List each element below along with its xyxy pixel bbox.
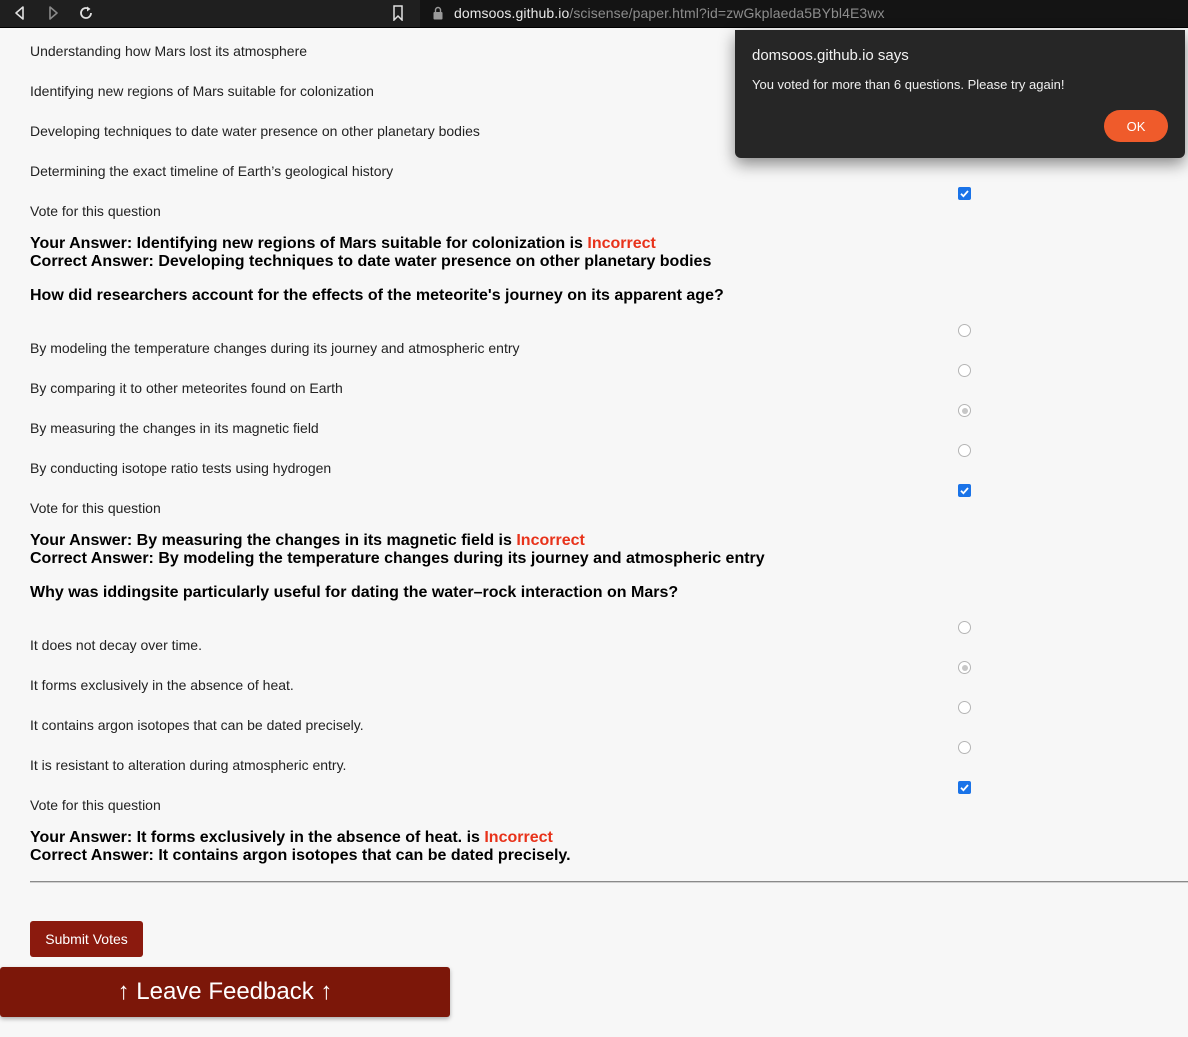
reload-icon[interactable] [78,5,94,21]
option-radio[interactable] [958,621,971,634]
option-radio-selected[interactable] [958,661,971,674]
option-label: Understanding how Mars lost its atmosphe… [30,43,308,59]
vote-label: Vote for this question [30,500,161,516]
option-radio[interactable] [958,324,971,337]
option-label: It is resistant to alteration during atm… [30,757,347,773]
url-path: /scisense/paper.html?id=zwGkplaeda5BYbl4… [569,5,885,21]
vote-checkbox[interactable] [958,187,971,200]
option-radio[interactable] [958,444,971,457]
bookmark-icon[interactable] [392,5,404,21]
leave-feedback-button[interactable]: ↑ Leave Feedback ↑ [0,967,450,1017]
option-radio[interactable] [958,364,971,377]
option-radio-selected[interactable] [958,404,971,417]
lock-icon [433,6,443,20]
result-badge: Incorrect [587,235,656,252]
correct-answer: Correct Answer: It contains argon isotop… [30,847,571,864]
vote-checkbox[interactable] [958,781,971,794]
back-icon[interactable] [12,5,28,21]
correct-answer: Correct Answer: Developing techniques to… [30,253,712,270]
option-radio[interactable] [958,701,971,714]
result-badge: Incorrect [516,532,585,549]
vote-label: Vote for this question [30,797,161,813]
correct-answer: Correct Answer: By modeling the temperat… [30,550,765,567]
option-radio[interactable] [958,741,971,754]
answer-feedback: Your Answer: By measuring the changes in… [30,532,765,568]
ok-button[interactable]: OK [1104,110,1168,142]
option-label: It forms exclusively in the absence of h… [30,677,294,693]
your-answer: Your Answer: It forms exclusively in the… [30,829,485,846]
option-label: Developing techniques to date water pres… [30,123,480,139]
vote-label: Vote for this question [30,203,161,219]
browser-toolbar: domsoos.github.io/scisense/paper.html?id… [0,0,1188,28]
divider [30,881,1188,883]
option-label: By comparing it to other meteorites foun… [30,380,343,396]
option-label: It does not decay over time. [30,637,202,653]
forward-icon[interactable] [45,5,61,21]
answer-feedback: Your Answer: Identifying new regions of … [30,235,711,271]
submit-votes-button[interactable]: Submit Votes [30,921,143,957]
option-label: By measuring the changes in its magnetic… [30,420,319,436]
dialog-title: domsoos.github.io says [752,47,909,64]
result-badge: Incorrect [484,829,553,846]
option-label: It contains argon isotopes that can be d… [30,717,364,733]
option-label: By conducting isotope ratio tests using … [30,460,332,476]
your-answer: Your Answer: Identifying new regions of … [30,235,588,252]
option-label: Determining the exact timeline of Earth’… [30,163,394,179]
dialog-message: You voted for more than 6 questions. Ple… [752,77,1065,92]
url-host: domsoos.github.io [454,5,570,21]
option-label: By modeling the temperature changes duri… [30,340,520,356]
question-title: How did researchers account for the effe… [30,287,724,304]
option-label: Identifying new regions of Mars suitable… [30,83,374,99]
question-title: Why was iddingsite particularly useful f… [30,584,679,601]
vote-checkbox[interactable] [958,484,971,497]
alert-dialog: domsoos.github.io says You voted for mor… [735,30,1185,158]
answer-feedback: Your Answer: It forms exclusively in the… [30,829,571,865]
url-text[interactable]: domsoos.github.io/scisense/paper.html?id… [454,5,885,21]
your-answer: Your Answer: By measuring the changes in… [30,532,517,549]
